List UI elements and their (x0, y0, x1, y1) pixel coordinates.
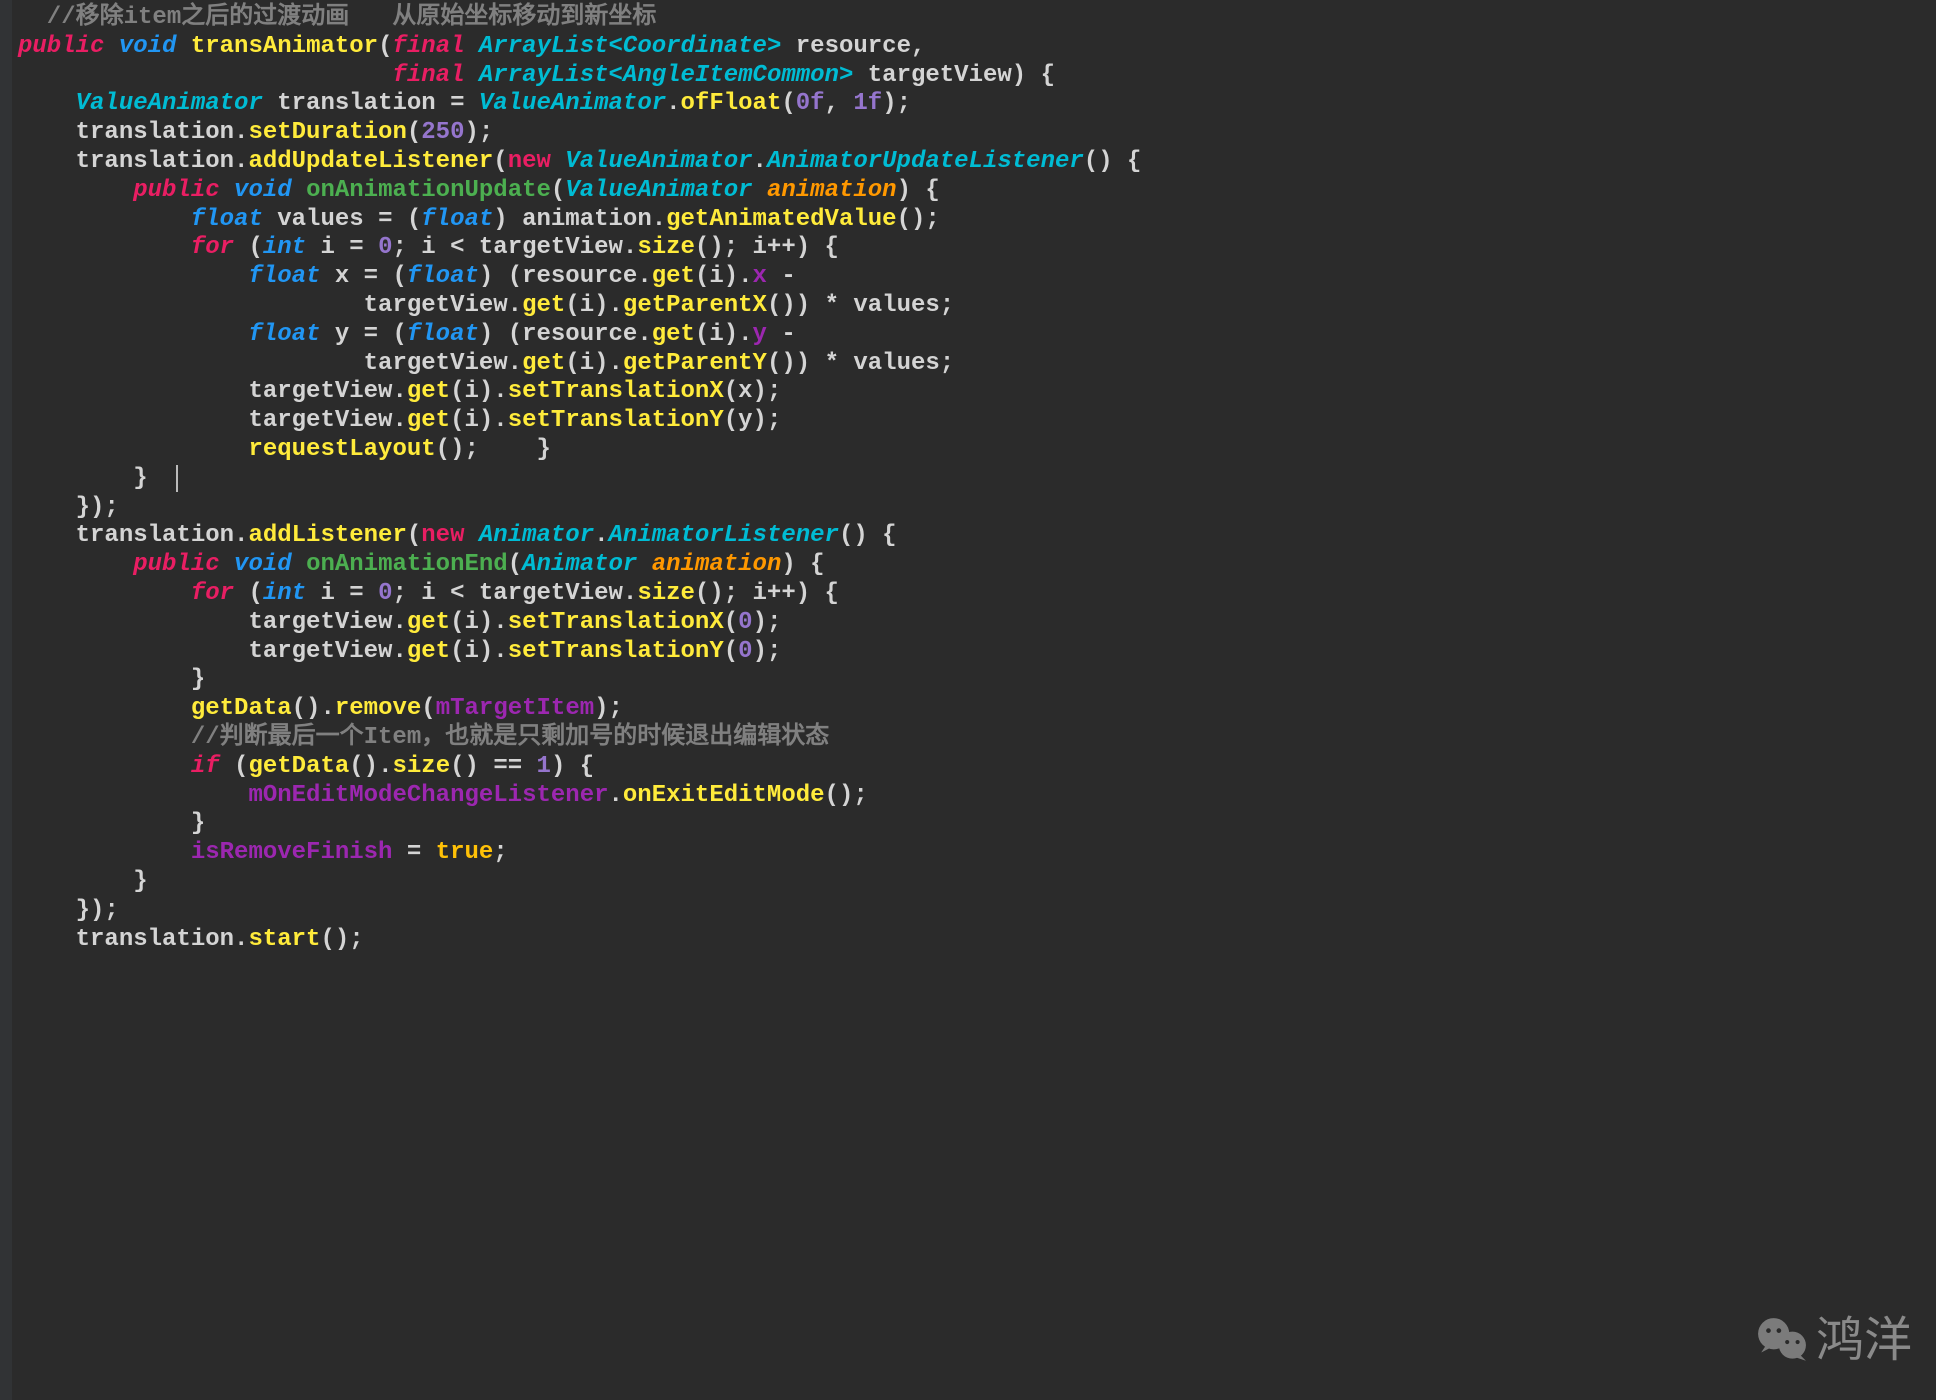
watermark: 鸿洋 (1756, 1312, 1912, 1370)
code-line-19[interactable]: translation.addListener(new Animator.Ani… (18, 522, 1936, 551)
code-line-16[interactable]: requestLayout(); } (18, 436, 1936, 465)
code-line-26[interactable]: //判断最后一个Item，也就是只剩加号的时候退出编辑状态 (18, 724, 1936, 753)
code-line-12[interactable]: float y = (float) (resource.get(i).y - (18, 321, 1936, 350)
code-line-3[interactable]: final ArrayList<AngleItemCommon> targetV… (18, 62, 1936, 91)
code-line-4[interactable]: ValueAnimator translation = ValueAnimato… (18, 90, 1936, 119)
code-line-23[interactable]: targetView.get(i).setTranslationY(0); (18, 638, 1936, 667)
code-line-31[interactable]: } (18, 868, 1936, 897)
code-line-20[interactable]: public void onAnimationEnd(Animator anim… (18, 551, 1936, 580)
text-cursor (176, 465, 178, 491)
code-line-5[interactable]: translation.setDuration(250); (18, 119, 1936, 148)
code-line-33[interactable]: translation.start(); (18, 926, 1936, 955)
editor-gutter (0, 0, 12, 1400)
code-line-15[interactable]: targetView.get(i).setTranslationY(y); (18, 407, 1936, 436)
code-line-6[interactable]: translation.addUpdateListener(new ValueA… (18, 148, 1936, 177)
code-line-1[interactable]: //移除item之后的过渡动画 从原始坐标移动到新坐标 (18, 4, 1936, 33)
code-line-18[interactable]: }); (18, 494, 1936, 523)
code-line-17[interactable]: } (18, 465, 1936, 494)
code-line-32[interactable]: }); (18, 897, 1936, 926)
code-line-10[interactable]: float x = (float) (resource.get(i).x - (18, 263, 1936, 292)
code-line-27[interactable]: if (getData().size() == 1) { (18, 753, 1936, 782)
code-line-29[interactable]: } (18, 810, 1936, 839)
code-line-8[interactable]: float values = (float) animation.getAnim… (18, 206, 1936, 235)
code-line-22[interactable]: targetView.get(i).setTranslationX(0); (18, 609, 1936, 638)
code-line-14[interactable]: targetView.get(i).setTranslationX(x); (18, 378, 1936, 407)
code-line-21[interactable]: for (int i = 0; i < targetView.size(); i… (18, 580, 1936, 609)
code-line-13[interactable]: targetView.get(i).getParentY()) * values… (18, 350, 1936, 379)
code-line-2[interactable]: public void transAnimator(final ArrayLis… (18, 33, 1936, 62)
code-line-24[interactable]: } (18, 666, 1936, 695)
wechat-icon (1756, 1315, 1808, 1367)
code-line-30[interactable]: isRemoveFinish = true; (18, 839, 1936, 868)
watermark-text: 鸿洋 (1816, 1312, 1912, 1370)
code-line-7[interactable]: public void onAnimationUpdate(ValueAnima… (18, 177, 1936, 206)
code-line-9[interactable]: for (int i = 0; i < targetView.size(); i… (18, 234, 1936, 263)
code-line-25[interactable]: getData().remove(mTargetItem); (18, 695, 1936, 724)
code-line-11[interactable]: targetView.get(i).getParentX()) * values… (18, 292, 1936, 321)
code-editor[interactable]: //移除item之后的过渡动画 从原始坐标移动到新坐标public void t… (18, 4, 1936, 954)
code-line-28[interactable]: mOnEditModeChangeListener.onExitEditMode… (18, 782, 1936, 811)
